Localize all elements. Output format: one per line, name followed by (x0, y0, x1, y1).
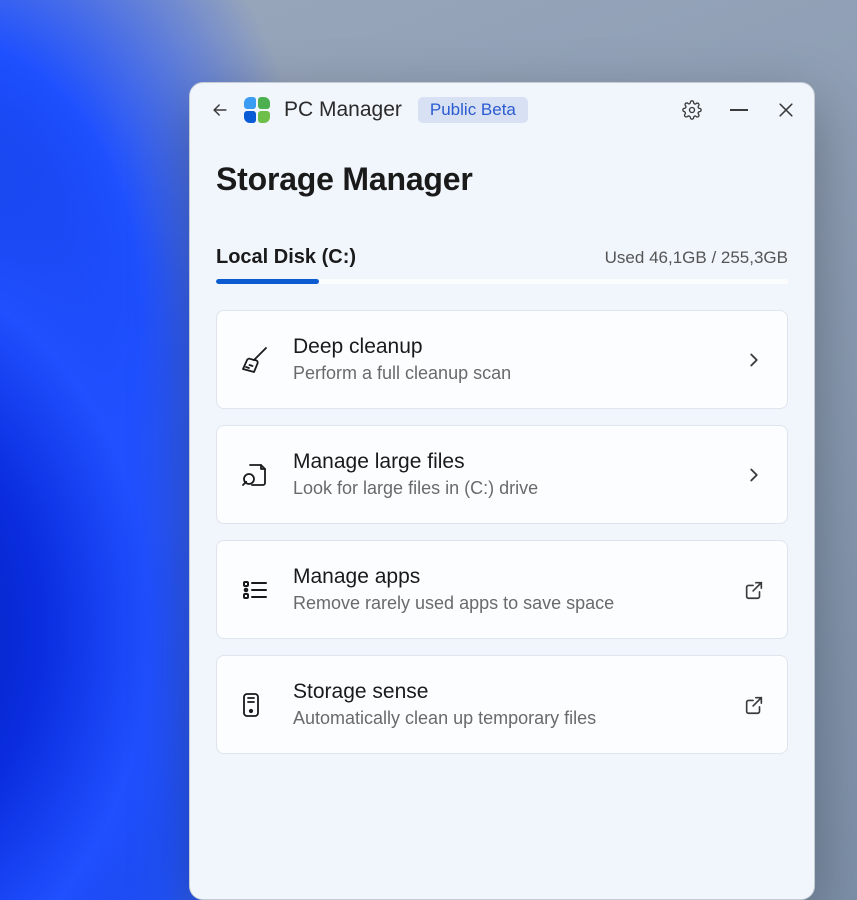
card-title: Manage large files (293, 450, 743, 474)
titlebar-controls (682, 100, 796, 120)
app-logo-icon (244, 97, 270, 123)
chevron-right-icon (743, 349, 765, 371)
disk-progress-fill (216, 279, 319, 284)
manage-large-files-card[interactable]: Manage large files Look for large files … (216, 425, 788, 524)
list-icon (239, 574, 271, 606)
storage-sense-card[interactable]: Storage sense Automatically clean up tem… (216, 655, 788, 754)
chevron-right-icon (743, 464, 765, 486)
disk-summary: Local Disk (C:) Used 46,1GB / 255,3GB (216, 246, 788, 269)
open-external-icon (743, 579, 765, 601)
minimize-icon[interactable] (730, 109, 748, 111)
titlebar: PC Manager Public Beta (190, 83, 814, 133)
disk-name: Local Disk (C:) (216, 246, 356, 269)
close-icon[interactable] (776, 100, 796, 120)
manage-apps-card[interactable]: Manage apps Remove rarely used apps to s… (216, 540, 788, 639)
broom-icon (239, 344, 271, 376)
deep-cleanup-card[interactable]: Deep cleanup Perform a full cleanup scan (216, 310, 788, 409)
options-list: Deep cleanup Perform a full cleanup scan… (216, 310, 788, 754)
card-desc: Perform a full cleanup scan (293, 363, 743, 384)
card-desc: Look for large files in (C:) drive (293, 478, 743, 499)
back-icon[interactable] (210, 100, 230, 120)
card-desc: Automatically clean up temporary files (293, 708, 743, 729)
disk-usage: Used 46,1GB / 255,3GB (605, 248, 788, 268)
disk-progress (216, 279, 788, 284)
drive-icon (239, 689, 263, 721)
app-title: PC Manager (284, 98, 402, 122)
search-file-icon (239, 459, 271, 491)
open-external-icon (743, 694, 765, 716)
gear-icon[interactable] (682, 100, 702, 120)
card-title: Deep cleanup (293, 335, 743, 359)
card-desc: Remove rarely used apps to save space (293, 593, 743, 614)
card-title: Manage apps (293, 565, 743, 589)
card-title: Storage sense (293, 680, 743, 704)
app-window: PC Manager Public Beta Storage Manager L… (189, 82, 815, 900)
beta-badge: Public Beta (418, 97, 528, 123)
page-title: Storage Manager (216, 161, 788, 198)
content-area: Storage Manager Local Disk (C:) Used 46,… (190, 133, 814, 899)
